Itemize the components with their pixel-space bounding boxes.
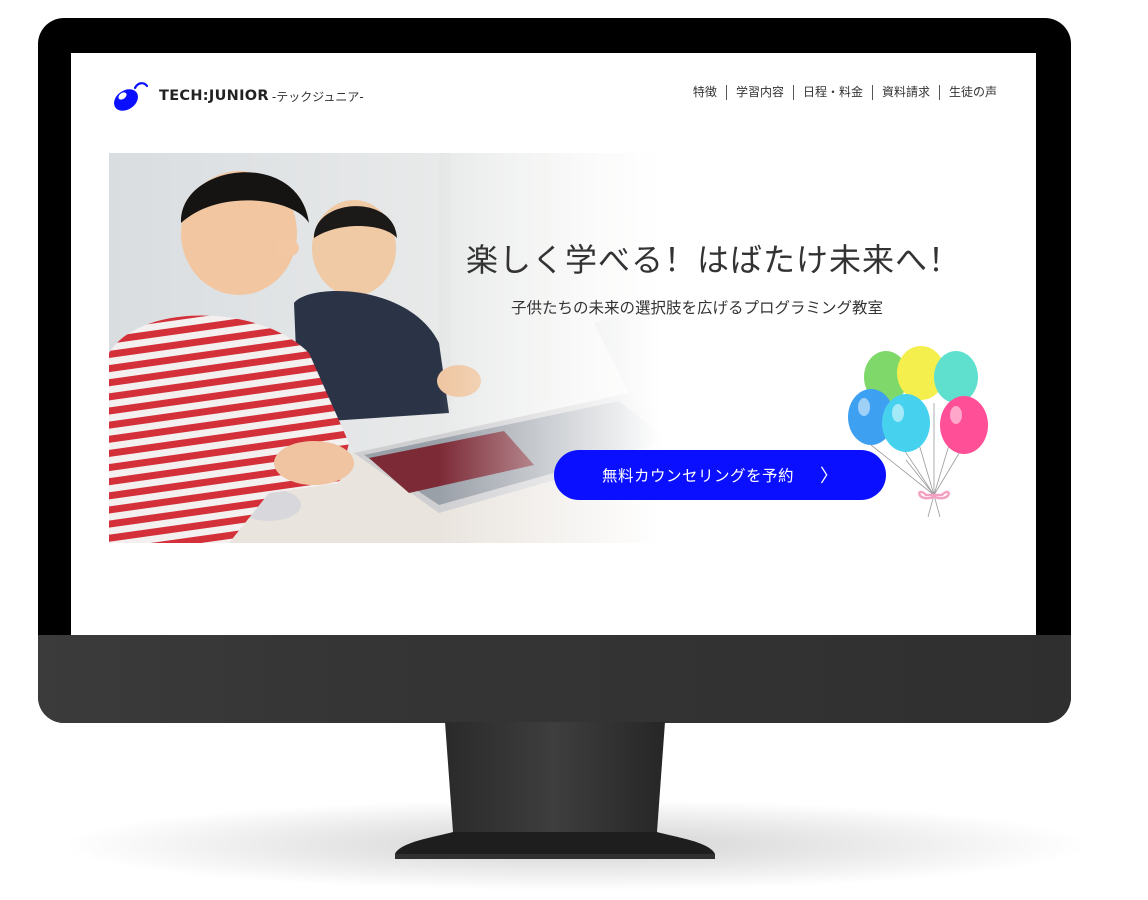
mouse-logo-icon: [114, 82, 149, 111]
monitor-chin: [38, 635, 1071, 723]
monitor-stand: [395, 722, 715, 859]
logo-name: TECH:JUNIOR: [159, 88, 269, 104]
cta-label: 無料カウンセリングを予約: [601, 467, 794, 485]
nav-item-curriculum[interactable]: 学習内容: [725, 85, 793, 100]
free-counseling-button[interactable]: 無料カウンセリングを予約 〉: [554, 450, 886, 500]
hero-subtitle: 子供たちの未来の選択肢を広げるプログラミング教室: [511, 299, 884, 317]
logo-subtitle: -テックジュニア-: [271, 89, 364, 104]
main-nav: 特徴 学習内容 日程・料金 資料請求 生徒の声: [684, 85, 1006, 100]
hero-title: 楽しく学べる！はばたけ未来へ！: [466, 241, 962, 279]
chevron-right-icon: 〉: [820, 466, 838, 487]
site-logo[interactable]: TECH:JUNIOR -テックジュニア-: [109, 81, 364, 111]
nav-item-brochure-request[interactable]: 資料請求: [871, 85, 939, 100]
nav-item-testimonials[interactable]: 生徒の声: [938, 85, 1006, 100]
monitor-screen: TECH:JUNIOR -テックジュニア- 特徴 学習内容 日程・料金 資料請求…: [71, 53, 1036, 635]
nav-item-schedule-pricing[interactable]: 日程・料金: [792, 85, 872, 100]
nav-item-features[interactable]: 特徴: [684, 85, 726, 100]
